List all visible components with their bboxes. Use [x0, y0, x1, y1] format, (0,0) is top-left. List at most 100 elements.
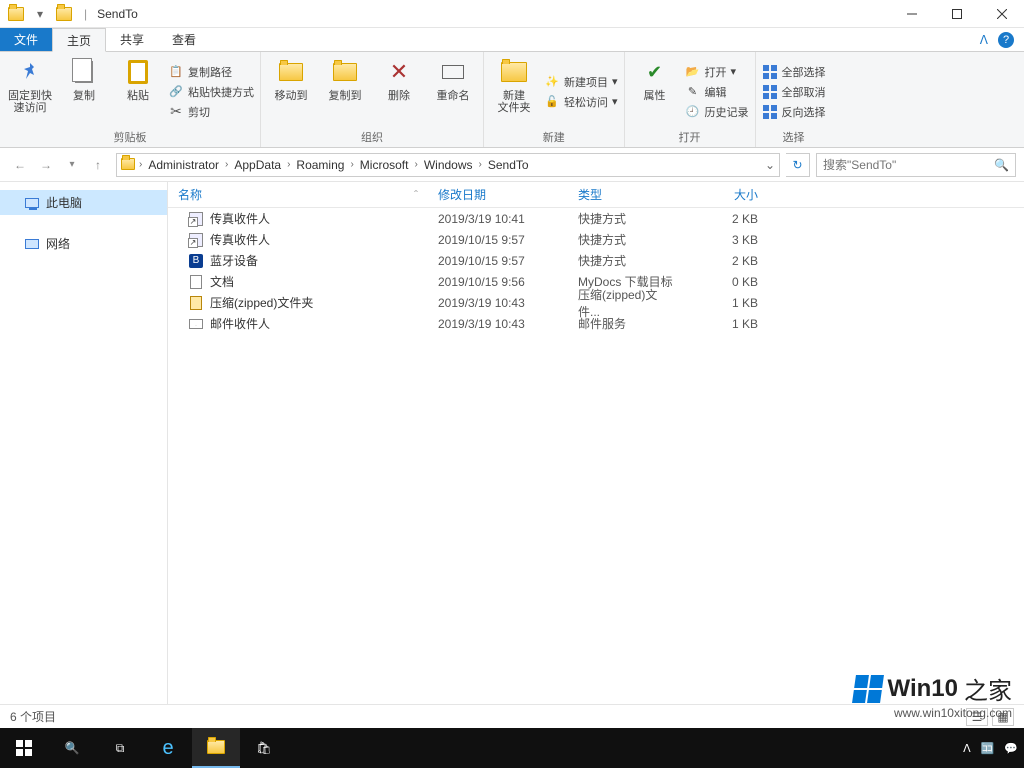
invert-selection-button[interactable]: 反向选择: [762, 104, 826, 120]
group-clipboard: 固定到快 速访问 复制 粘贴 📋复制路径 🔗粘贴快捷方式 ✂剪切 剪贴板: [0, 52, 261, 147]
file-name: 蓝牙设备: [210, 252, 258, 269]
history-button[interactable]: 🕘历史记录: [685, 104, 749, 120]
open-button[interactable]: 📂打开 ▾: [685, 64, 749, 80]
new-folder-icon: [498, 56, 530, 88]
task-view-button[interactable]: ⧉: [96, 728, 144, 768]
recent-dropdown[interactable]: ▾: [60, 153, 84, 177]
new-item-button[interactable]: ✨新建项目 ▾: [544, 74, 618, 90]
breadcrumb-segment[interactable]: SendTo: [484, 158, 533, 172]
minimize-button[interactable]: [889, 0, 934, 28]
tab-home[interactable]: 主页: [52, 28, 106, 52]
group-organize: 移动到 复制到 ✕删除 重命名 组织: [261, 52, 484, 147]
quick-access-toolbar: ▾ | SendTo: [0, 4, 138, 24]
tray-ime-icon[interactable]: 🈁: [981, 742, 995, 755]
rename-button[interactable]: 重命名: [429, 56, 477, 127]
file-date: 2019/10/15 9:57: [428, 233, 568, 247]
chevron-right-icon[interactable]: ›: [479, 159, 482, 170]
cut-button[interactable]: ✂剪切: [168, 104, 254, 120]
breadcrumb-segment[interactable]: Microsoft: [356, 158, 413, 172]
close-button[interactable]: [979, 0, 1024, 28]
bluetooth-icon: B: [188, 253, 204, 269]
navigation-bar: ← → ▾ ↑ › Administrator› AppData› Roamin…: [0, 148, 1024, 182]
up-button[interactable]: ↑: [86, 153, 110, 177]
tray-chevron-icon[interactable]: ᐱ: [963, 742, 971, 755]
chevron-right-icon[interactable]: ›: [287, 159, 290, 170]
watermark: Win10之家 www.win10xitong.com: [854, 671, 1012, 720]
tree-item-network[interactable]: 网络: [0, 231, 167, 256]
help-icon[interactable]: ?: [998, 32, 1014, 48]
search-box[interactable]: 🔍: [816, 153, 1016, 177]
pin-quick-access-button[interactable]: 固定到快 速访问: [6, 56, 54, 127]
store-button[interactable]: 🛍: [240, 728, 288, 768]
file-row[interactable]: 传真收件人2019/10/15 9:57快捷方式3 KB: [168, 229, 1024, 250]
address-bar[interactable]: › Administrator› AppData› Roaming› Micro…: [116, 153, 780, 177]
paste-shortcut-button[interactable]: 🔗粘贴快捷方式: [168, 84, 254, 100]
new-folder-button[interactable]: 新建 文件夹: [490, 56, 538, 127]
breadcrumb-segment[interactable]: Windows: [420, 158, 477, 172]
tab-share[interactable]: 共享: [106, 28, 158, 51]
select-all-button[interactable]: 全部选择: [762, 64, 826, 80]
file-row[interactable]: 压缩(zipped)文件夹2019/3/19 10:43压缩(zipped)文件…: [168, 292, 1024, 313]
maximize-button[interactable]: [934, 0, 979, 28]
chevron-right-icon[interactable]: ›: [225, 159, 228, 170]
tray-notification-icon[interactable]: 💬: [1004, 742, 1018, 755]
column-name[interactable]: 名称ˆ: [168, 186, 428, 203]
edit-button[interactable]: ✎编辑: [685, 84, 749, 100]
properties-button[interactable]: ✔属性: [631, 56, 679, 127]
network-icon: [24, 236, 40, 252]
breadcrumb-segment[interactable]: AppData: [230, 158, 285, 172]
column-date[interactable]: 修改日期: [428, 186, 568, 203]
breadcrumb-segment[interactable]: Administrator: [144, 158, 223, 172]
shortcut-icon: 🔗: [168, 84, 184, 100]
qat-dropdown-icon[interactable]: ▾: [30, 4, 50, 24]
chevron-right-icon[interactable]: ›: [414, 159, 417, 170]
move-to-button[interactable]: 移动到: [267, 56, 315, 127]
group-label-open: 打开: [631, 127, 749, 145]
search-button[interactable]: 🔍: [48, 728, 96, 768]
select-none-button[interactable]: 全部取消: [762, 84, 826, 100]
easy-access-button[interactable]: 🔓轻松访问 ▾: [544, 94, 618, 110]
path-icon: 📋: [168, 64, 184, 80]
refresh-button[interactable]: ↻: [786, 153, 810, 177]
file-row[interactable]: 邮件收件人2019/3/19 10:43邮件服务1 KB: [168, 313, 1024, 334]
file-row[interactable]: 传真收件人2019/3/19 10:41快捷方式2 KB: [168, 208, 1024, 229]
copy-button[interactable]: 复制: [60, 56, 108, 127]
collapse-ribbon-icon[interactable]: ᐱ: [980, 33, 988, 47]
taskbar: 🔍 ⧉ e 🛍 ᐱ 🈁 💬: [0, 728, 1024, 768]
paste-button[interactable]: 粘贴: [114, 56, 162, 127]
file-name: 文档: [210, 273, 234, 290]
chevron-right-icon[interactable]: ›: [350, 159, 353, 170]
scissors-icon: ✂: [168, 104, 184, 120]
windows-logo-icon: [852, 675, 884, 703]
back-button[interactable]: ←: [8, 153, 32, 177]
column-size[interactable]: 大小: [688, 186, 768, 203]
search-input[interactable]: [823, 158, 994, 172]
new-item-icon: ✨: [544, 74, 560, 90]
system-tray[interactable]: ᐱ 🈁 💬: [963, 742, 1024, 755]
item-count: 6 个项目: [10, 708, 56, 725]
column-type[interactable]: 类型: [568, 186, 688, 203]
history-icon: 🕘: [685, 104, 701, 120]
tree-item-this-pc[interactable]: 此电脑: [0, 190, 167, 215]
breadcrumb-segment[interactable]: Roaming: [292, 158, 348, 172]
copy-to-button[interactable]: 复制到: [321, 56, 369, 127]
pc-icon: [24, 195, 40, 211]
title-bar: ▾ | SendTo: [0, 0, 1024, 28]
shortcut-icon: [188, 232, 204, 248]
chevron-right-icon[interactable]: ›: [139, 159, 142, 170]
delete-button[interactable]: ✕删除: [375, 56, 423, 127]
address-dropdown-icon[interactable]: ⌄: [765, 158, 775, 172]
start-button[interactable]: [0, 728, 48, 768]
forward-button[interactable]: →: [34, 153, 58, 177]
file-size: 3 KB: [688, 233, 768, 247]
copy-to-icon: [329, 56, 361, 88]
easy-access-icon: 🔓: [544, 94, 560, 110]
tab-file[interactable]: 文件: [0, 28, 52, 51]
file-date: 2019/3/19 10:43: [428, 296, 568, 310]
copy-path-button[interactable]: 📋复制路径: [168, 64, 254, 80]
tab-view[interactable]: 查看: [158, 28, 210, 51]
file-type: 快捷方式: [568, 231, 688, 248]
explorer-button[interactable]: [192, 728, 240, 768]
file-row[interactable]: B蓝牙设备2019/10/15 9:57快捷方式2 KB: [168, 250, 1024, 271]
edge-button[interactable]: e: [144, 728, 192, 768]
